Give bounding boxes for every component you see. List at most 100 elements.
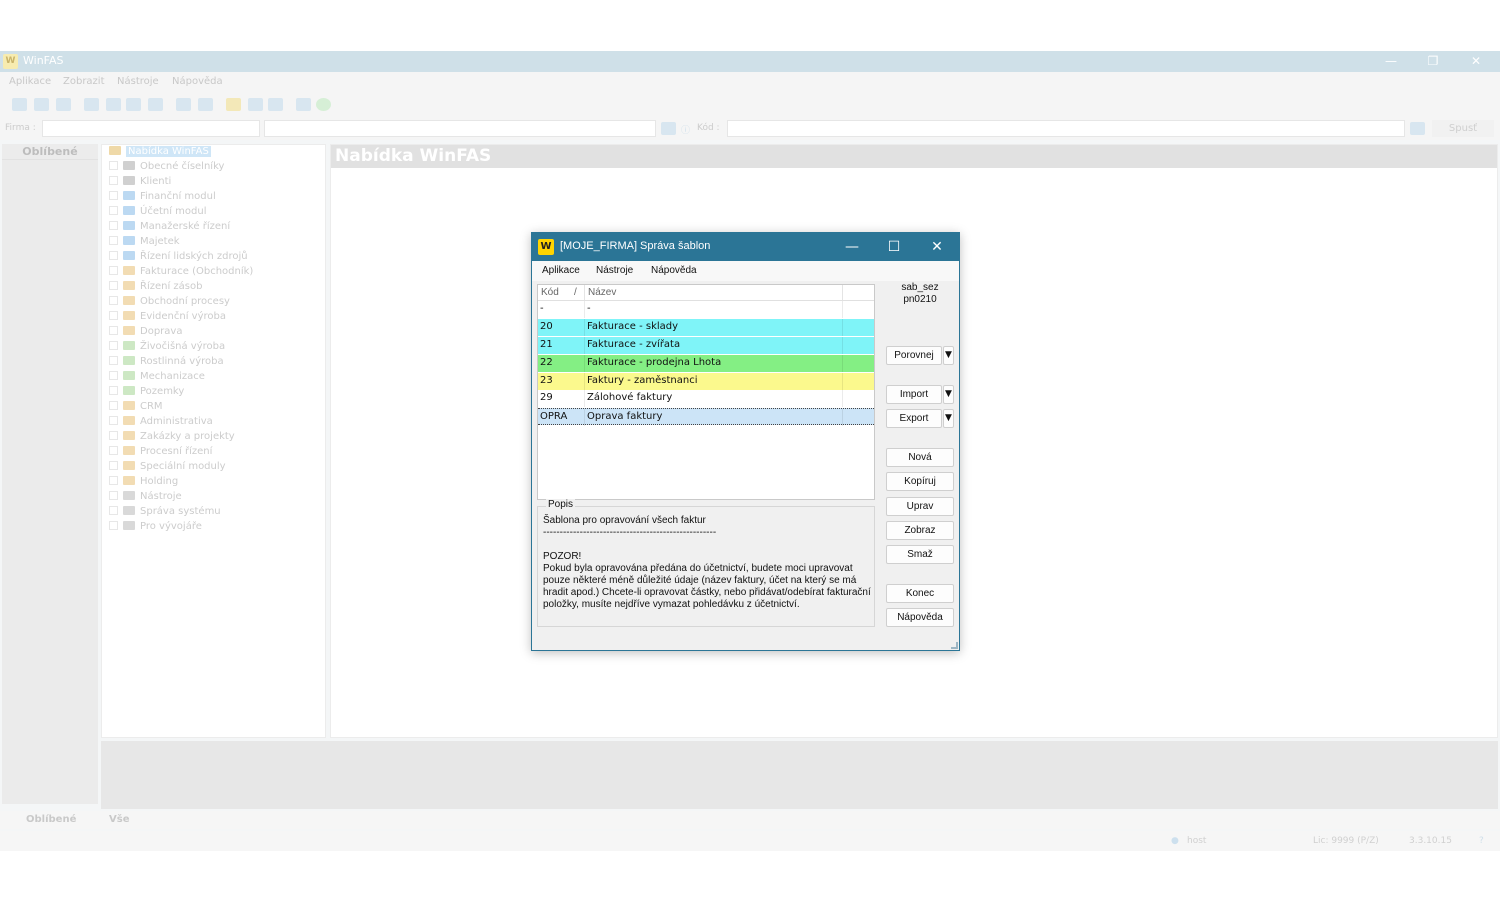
tree-item[interactable]: Řízení zásob bbox=[109, 281, 202, 296]
tab-vse[interactable]: Vše bbox=[109, 814, 129, 825]
column-header-nazev[interactable]: Název bbox=[588, 287, 616, 298]
expand-icon[interactable] bbox=[109, 491, 118, 500]
tree-item[interactable]: Speciální moduly bbox=[109, 461, 226, 476]
new-button[interactable]: Nová bbox=[886, 448, 954, 467]
menu-napoveda[interactable]: Nápověda bbox=[651, 265, 697, 276]
folder-icon[interactable] bbox=[1410, 122, 1425, 135]
close-button[interactable]: Konec bbox=[886, 584, 954, 603]
expand-icon[interactable] bbox=[109, 506, 118, 515]
table-row[interactable]: -- bbox=[538, 301, 874, 318]
column-header-kod[interactable]: Kód bbox=[541, 287, 559, 298]
expand-icon[interactable] bbox=[109, 176, 118, 185]
tree-item[interactable]: Správa systému bbox=[109, 506, 221, 521]
menu-aplikace[interactable]: Aplikace bbox=[542, 265, 580, 276]
tree-item[interactable]: CRM bbox=[109, 401, 163, 416]
minimize-icon[interactable]: — bbox=[1376, 53, 1406, 70]
tree-item[interactable]: Evidenční výroba bbox=[109, 311, 226, 326]
expand-icon[interactable] bbox=[109, 356, 118, 365]
tree-item[interactable]: Finanční modul bbox=[109, 191, 216, 206]
tab-oblibene[interactable]: Oblíbené bbox=[26, 814, 76, 825]
help-icon[interactable] bbox=[316, 98, 331, 111]
copy-icon[interactable] bbox=[106, 98, 121, 111]
tree-item[interactable]: Obchodní procesy bbox=[109, 296, 230, 311]
edit-button[interactable]: Uprav bbox=[886, 497, 954, 516]
tree-item[interactable]: Holding bbox=[109, 476, 178, 491]
export-button[interactable]: Export bbox=[886, 409, 942, 428]
close-icon[interactable]: ✕ bbox=[916, 233, 958, 261]
tree-item[interactable]: Účetní modul bbox=[109, 206, 207, 221]
delete-button[interactable]: Smaž bbox=[886, 545, 954, 564]
minimize-icon[interactable]: — bbox=[831, 233, 873, 261]
up-icon[interactable] bbox=[148, 98, 163, 111]
sort-icon[interactable] bbox=[176, 98, 191, 111]
expand-icon[interactable] bbox=[109, 461, 118, 470]
expand-icon[interactable] bbox=[109, 386, 118, 395]
tree-item[interactable]: Živočišná výroba bbox=[109, 341, 225, 356]
expand-icon[interactable] bbox=[109, 521, 118, 530]
expand-icon[interactable] bbox=[109, 371, 118, 380]
kod-input[interactable] bbox=[727, 120, 1405, 137]
expand-icon[interactable] bbox=[109, 446, 118, 455]
spust-button[interactable]: Spusť bbox=[1432, 120, 1494, 137]
table-row[interactable]: 20 Fakturace - sklady bbox=[538, 319, 874, 336]
expand-icon[interactable] bbox=[109, 236, 118, 245]
import-dropdown-icon[interactable]: ▼ bbox=[943, 385, 954, 404]
expand-icon[interactable] bbox=[109, 341, 118, 350]
expand-icon[interactable] bbox=[109, 191, 118, 200]
expand-icon[interactable] bbox=[109, 221, 118, 230]
porovnej-dropdown-icon[interactable]: ▼ bbox=[943, 346, 954, 365]
restore-icon[interactable]: ❐ bbox=[1418, 53, 1448, 70]
firma-input[interactable] bbox=[42, 120, 260, 137]
tree-item[interactable]: Nástroje bbox=[109, 491, 182, 506]
app-menu-nastroje[interactable]: Nástroje bbox=[117, 76, 159, 87]
table-row[interactable]: 23 Faktury - zaměstnanci bbox=[538, 373, 874, 390]
expand-icon[interactable] bbox=[109, 311, 118, 320]
tree-item[interactable]: Doprava bbox=[109, 326, 182, 341]
export-dropdown-icon[interactable]: ▼ bbox=[943, 409, 954, 428]
tree-item[interactable]: Manažerské řízení bbox=[109, 221, 230, 236]
tree-item[interactable]: Pro vývojáře bbox=[109, 521, 202, 536]
app-menu-aplikace[interactable]: Aplikace bbox=[9, 76, 51, 87]
table-row[interactable]: 22 Fakturace - prodejna Lhota bbox=[538, 355, 874, 372]
info-icon[interactable]: ⓘ bbox=[681, 123, 690, 136]
app-menu-zobrazit[interactable]: Zobrazit bbox=[63, 76, 105, 87]
folder-icon[interactable] bbox=[661, 122, 676, 135]
porovnej-button[interactable]: Porovnej bbox=[886, 346, 942, 365]
close-icon[interactable]: ✕ bbox=[1461, 53, 1491, 70]
refresh-icon[interactable] bbox=[126, 98, 141, 111]
dialog-titlebar[interactable]: W [MOJE_FIRMA] Správa šablon — ☐ ✕ bbox=[532, 233, 959, 261]
firma-name-input[interactable] bbox=[264, 120, 656, 137]
column-separator[interactable] bbox=[584, 285, 585, 300]
menu-nastroje[interactable]: Nástroje bbox=[596, 265, 633, 276]
import-button[interactable]: Import bbox=[886, 385, 942, 404]
layout-icon[interactable] bbox=[34, 98, 49, 111]
layout-icon[interactable] bbox=[12, 98, 27, 111]
star-icon[interactable] bbox=[226, 98, 241, 111]
expand-icon[interactable] bbox=[109, 266, 118, 275]
tree-item[interactable]: Obecné číselníky bbox=[109, 161, 224, 176]
tree-item[interactable]: Zakázky a projekty bbox=[109, 431, 235, 446]
minus-icon[interactable] bbox=[248, 98, 263, 111]
expand-icon[interactable] bbox=[109, 296, 118, 305]
expand-icon[interactable] bbox=[109, 251, 118, 260]
help-icon[interactable]: ? bbox=[1479, 836, 1484, 846]
expand-icon[interactable] bbox=[109, 206, 118, 215]
maximize-icon[interactable]: ☐ bbox=[873, 233, 915, 261]
expand-icon[interactable] bbox=[109, 416, 118, 425]
expand-icon[interactable] bbox=[109, 161, 118, 170]
view-button[interactable]: Zobraz bbox=[886, 521, 954, 540]
tree-item[interactable]: Klienti bbox=[109, 176, 171, 191]
list-icon[interactable] bbox=[198, 98, 213, 111]
tree-item[interactable]: Fakturace (Obchodník) bbox=[109, 266, 253, 281]
monitor-icon[interactable] bbox=[296, 98, 311, 111]
tree-item[interactable]: Pozemky bbox=[109, 386, 184, 401]
tree-item[interactable]: Administrativa bbox=[109, 416, 213, 431]
tree-item[interactable]: Řízení lidských zdrojů bbox=[109, 251, 248, 266]
table-row[interactable]: 29 Zálohové faktury bbox=[538, 390, 874, 407]
help-button[interactable]: Nápověda bbox=[886, 608, 954, 627]
tree-item[interactable]: Majetek bbox=[109, 236, 180, 251]
tree-item[interactable]: Rostlinná výroba bbox=[109, 356, 224, 371]
gear-icon[interactable] bbox=[268, 98, 283, 111]
table-row[interactable]: 21 Fakturace - zvířata bbox=[538, 337, 874, 354]
expand-icon[interactable] bbox=[109, 281, 118, 290]
